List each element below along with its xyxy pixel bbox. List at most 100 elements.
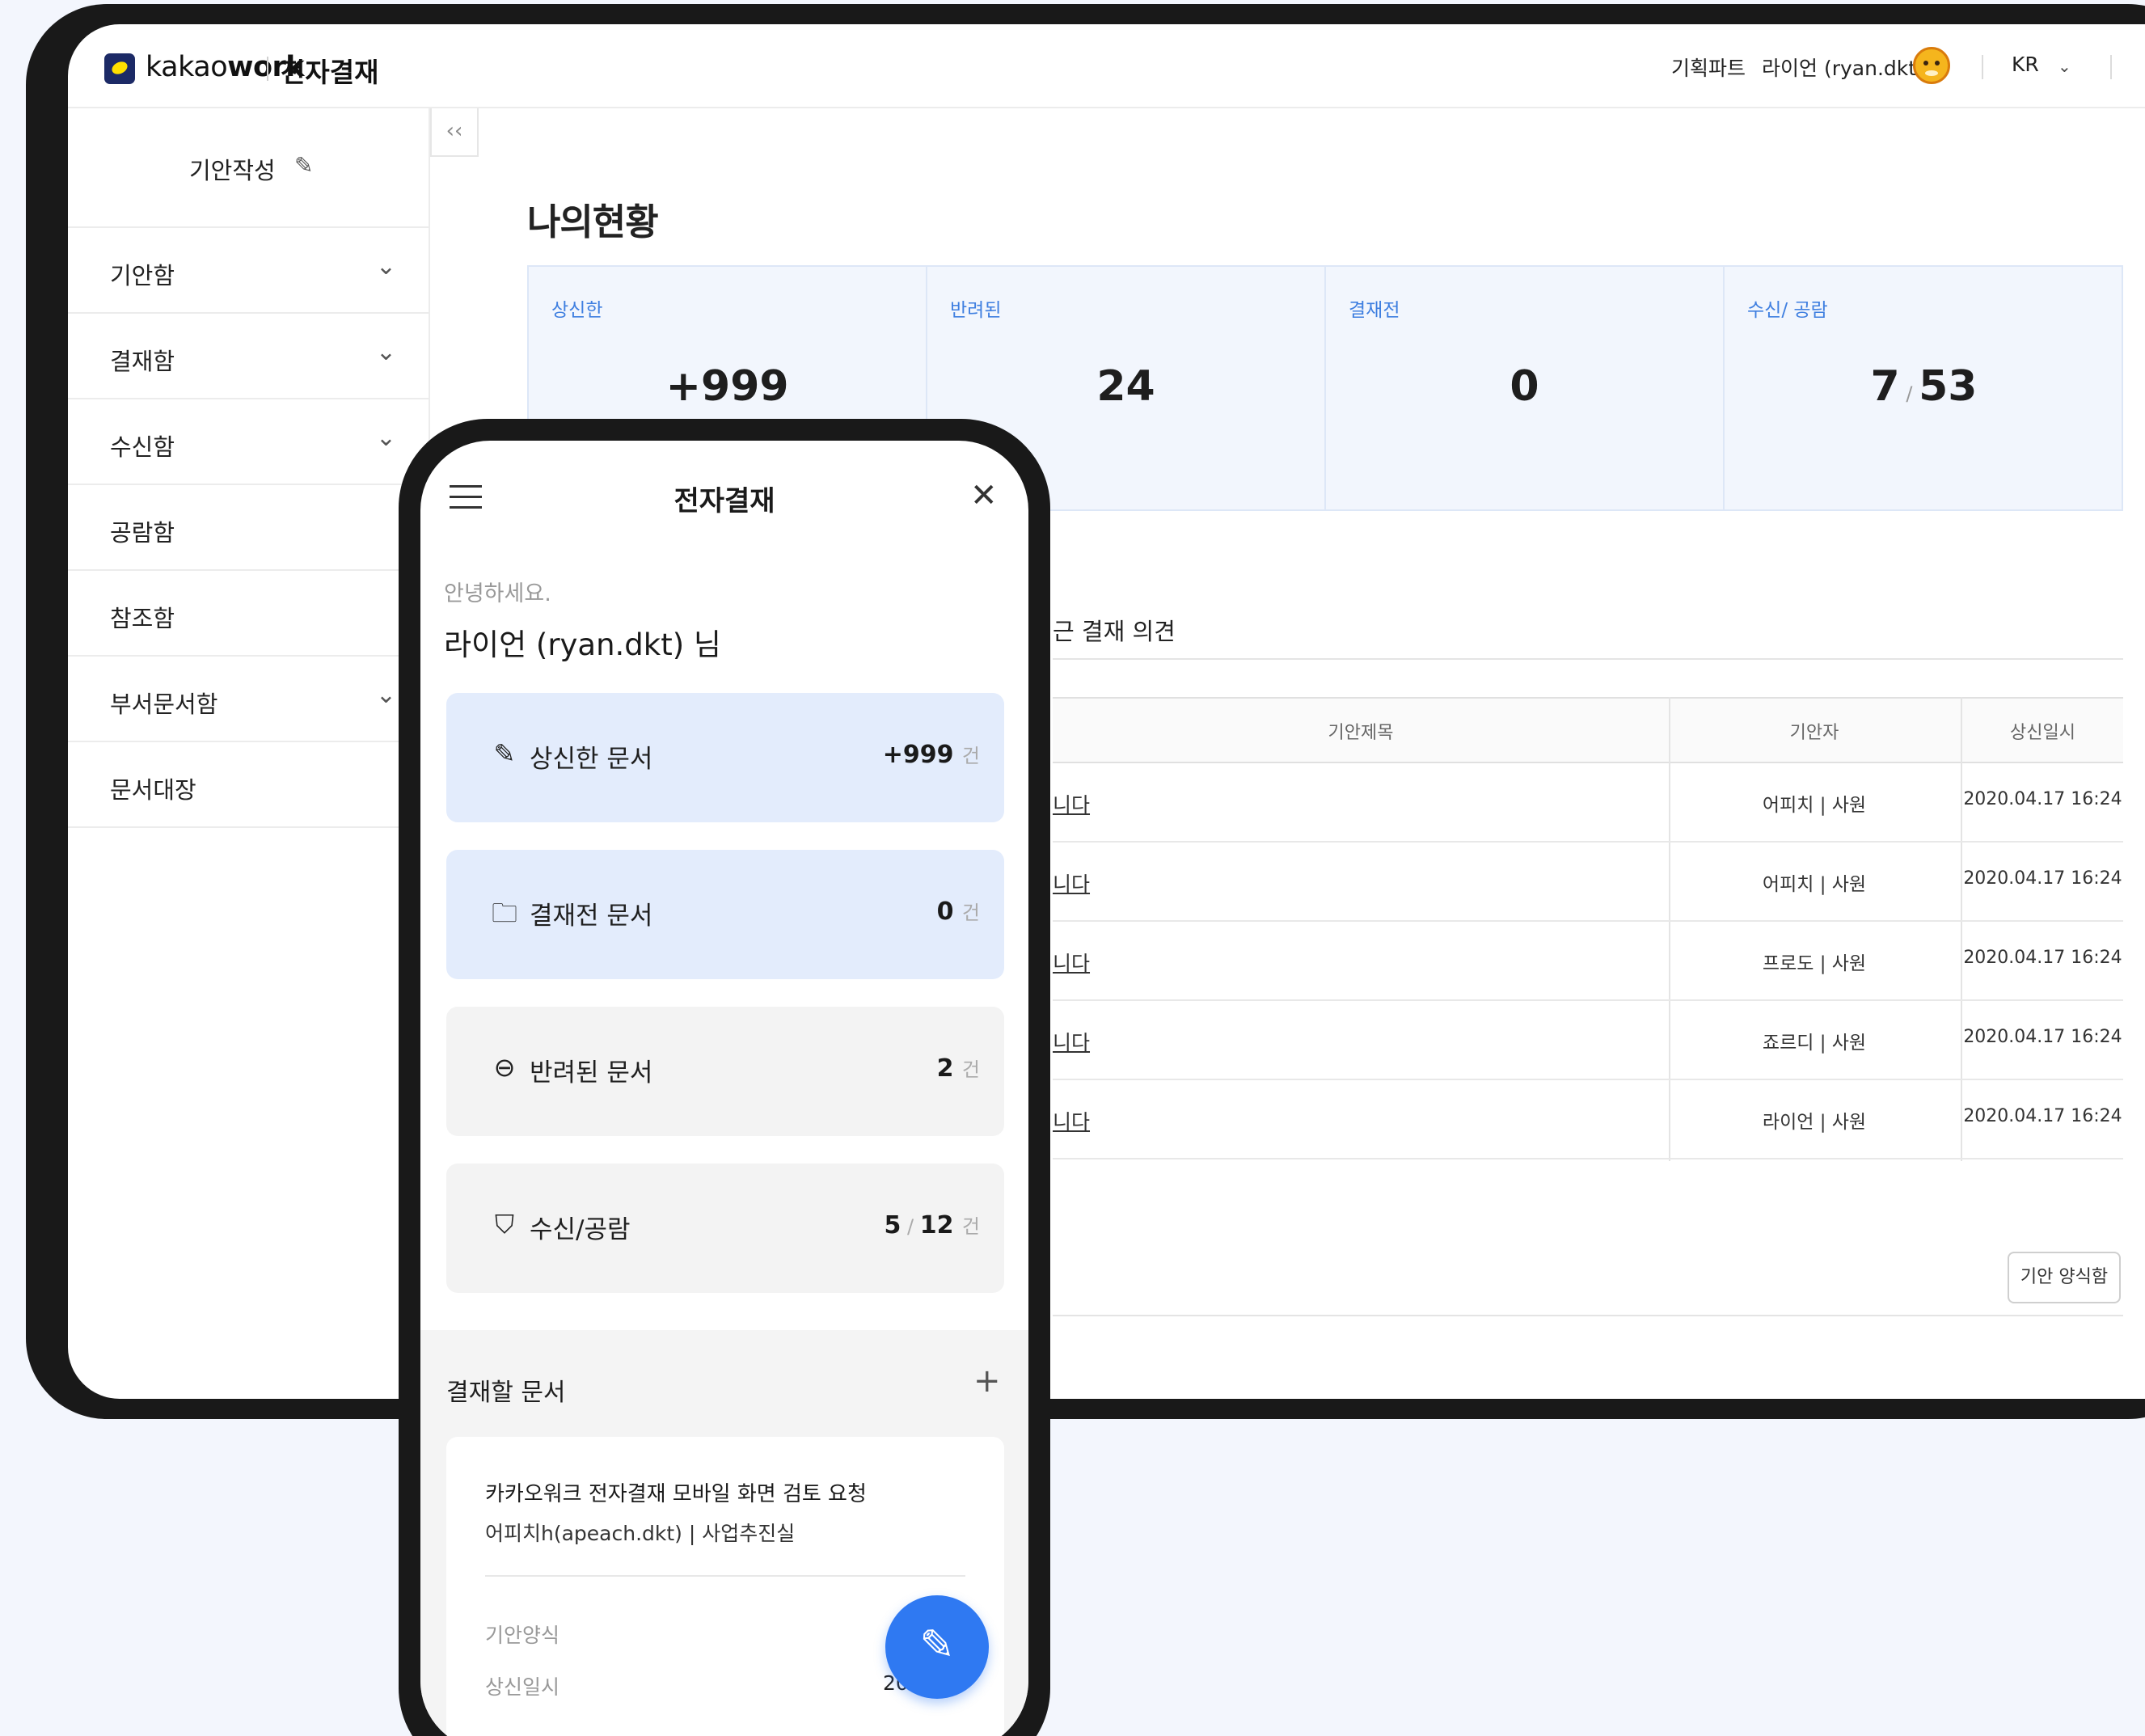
table-row[interactable]: 니다 라이언 | 사원 2020.04.17 16:24 <box>1053 1080 2123 1159</box>
divider <box>1053 658 2123 660</box>
brand-divider <box>267 57 268 81</box>
phone-frame: 전자결재 ✕ 안녕하세요. 라이언 (ryan.dkt) 님 ✎ 상신한 문서 … <box>399 419 1050 1736</box>
chevron-down-icon[interactable]: ⌄ <box>2058 57 2071 76</box>
section-title: 결재할 문서 <box>446 1379 566 1407</box>
chevron-down-icon[interactable]: ⌄ <box>376 424 396 452</box>
row-drafter: 어피치 | 사원 <box>1762 795 1867 816</box>
sidebar: 기안작성 ✎ 기안함 ⌄ 결재함 ⌄ 수신함 ⌄ 공람함 참조함 부서문서함 ⌄… <box>68 108 430 1399</box>
form-library-button[interactable]: 기안 양식함 <box>2008 1252 2121 1303</box>
table-row[interactable]: 니다 죠르디 | 사원 2020.04.17 16:24 <box>1053 1001 2123 1080</box>
stat-label: 상신한 <box>551 300 603 321</box>
sidebar-item-label: 공람함 <box>110 519 175 547</box>
row-date: 2020.04.17 16:24 <box>1963 1027 2122 1047</box>
sidebar-item-label: 부서문서함 <box>110 691 218 718</box>
row-title-link[interactable]: 니다 <box>1053 789 1090 818</box>
sidebar-item-reference-box[interactable]: 참조함 <box>68 571 429 657</box>
compose-label: 기안작성 <box>189 157 276 184</box>
row-drafter: 라이언 | 사원 <box>1762 1112 1867 1133</box>
close-icon[interactable]: ✕ <box>970 477 998 514</box>
mobile-screen: 전자결재 ✕ 안녕하세요. 라이언 (ryan.dkt) 님 ✎ 상신한 문서 … <box>420 441 1028 1736</box>
sidebar-item-label: 수신함 <box>110 433 175 461</box>
document-date-label: 상신일시 <box>485 1675 560 1699</box>
plus-icon[interactable]: + <box>973 1362 1001 1400</box>
stat-label: 결재전 <box>1349 300 1400 321</box>
chevron-down-icon[interactable]: ⌄ <box>376 681 396 709</box>
row-drafter: 어피치 | 사원 <box>1762 874 1867 895</box>
sidebar-item-draft-box[interactable]: 기안함 ⌄ <box>68 228 429 314</box>
compose-fab-button[interactable]: ✎ <box>885 1595 989 1699</box>
bookmark-icon: ⛉ <box>494 1209 514 1240</box>
row-title-link[interactable]: 니다 <box>1053 1027 1090 1056</box>
language-select[interactable]: KR <box>2012 53 2039 76</box>
row-title-link[interactable]: 니다 <box>1053 1106 1090 1135</box>
column-header-drafter: 기안자 <box>1789 723 1839 743</box>
card-label: 반려된 문서 <box>530 1058 653 1088</box>
page-title: 나의현황 <box>527 201 659 243</box>
row-date: 2020.04.17 16:24 <box>1963 789 2122 809</box>
card-count: 0 건 <box>936 898 980 926</box>
card-label: 상신한 문서 <box>530 745 653 774</box>
column-header-title: 기안제목 <box>1328 723 1394 743</box>
kakaowork-logo-icon[interactable] <box>104 53 135 84</box>
row-title-link[interactable]: 니다 <box>1053 868 1090 898</box>
pencil-icon: ✎ <box>919 1621 955 1670</box>
desktop-screen: kakaowork 전자결재 기획파트 라이언 (ryan.dkt) KR ⌄ … <box>68 24 2145 1399</box>
pencil-icon: ✎ <box>493 738 516 769</box>
top-bar: kakaowork 전자결재 기획파트 라이언 (ryan.dkt) KR ⌄ <box>68 24 2145 108</box>
user-greeting-name: 라이언 (ryan.dkt) 님 <box>444 627 721 662</box>
table-header: 기안제목 기안자 상신일시 <box>1053 697 2123 763</box>
row-date: 2020.04.17 16:24 <box>1963 868 2122 889</box>
card-count: +999 건 <box>882 741 980 769</box>
department-label: 기획파트 <box>1671 57 1746 80</box>
stat-value: 0 <box>1510 362 1539 411</box>
stat-received[interactable]: 수신/ 공람 7 / 53 <box>1725 267 2123 509</box>
greeting: 안녕하세요. <box>444 581 551 606</box>
sidebar-item-document-ledger[interactable]: 문서대장 <box>68 742 429 828</box>
table-row[interactable]: 니다 어피치 | 사원 2020.04.17 16:24 <box>1053 843 2123 922</box>
row-title-link[interactable]: 니다 <box>1053 948 1090 977</box>
sidebar-item-label: 참조함 <box>110 605 175 632</box>
compose-button[interactable]: 기안작성 ✎ <box>68 108 429 228</box>
document-form-label: 기안양식 <box>485 1624 560 1647</box>
card-count: 2 건 <box>936 1054 980 1083</box>
sidebar-item-circulation-box[interactable]: 공람함 <box>68 485 429 571</box>
stat-value: 7 / 53 <box>1870 362 1978 411</box>
document-title: 카카오워크 전자결재 모바일 화면 검토 요청 <box>485 1482 867 1506</box>
header-divider <box>1982 55 1983 79</box>
divider <box>485 1575 965 1577</box>
minus-circle-icon: ⊖ <box>493 1052 516 1083</box>
collapse-sidebar-button[interactable]: ‹‹ <box>430 108 479 157</box>
document-drafter: 어피치h(apeach.dkt) | 사업추진실 <box>485 1522 796 1545</box>
row-date: 2020.04.17 16:24 <box>1963 1106 2122 1126</box>
stat-label: 반려된 <box>950 300 1002 321</box>
card-pending-documents[interactable]: 🗀 결재전 문서 0 건 <box>446 850 1004 979</box>
user-name[interactable]: 라이언 (ryan.dkt) <box>1762 53 1924 82</box>
stat-label: 수신/ 공람 <box>1747 300 1828 321</box>
card-rejected-documents[interactable]: ⊖ 반려된 문서 2 건 <box>446 1007 1004 1136</box>
table-row[interactable]: 니다 프로도 | 사원 2020.04.17 16:24 <box>1053 922 2123 1001</box>
stat-pending[interactable]: 결재전 0 <box>1326 267 1725 509</box>
chevron-down-icon[interactable]: ⌄ <box>376 252 396 281</box>
header-divider <box>2110 55 2112 79</box>
sidebar-item-label: 문서대장 <box>110 776 196 804</box>
card-count: 5 / 12 건 <box>884 1211 980 1240</box>
sidebar-item-inbox[interactable]: 수신함 ⌄ <box>68 399 429 485</box>
column-header-date: 상신일시 <box>2010 723 2075 743</box>
table-row[interactable]: 니다 어피치 | 사원 2020.04.17 16:24 <box>1053 763 2123 843</box>
chevron-down-icon[interactable]: ⌄ <box>376 338 396 366</box>
avatar[interactable] <box>1913 47 1950 84</box>
sidebar-item-department-box[interactable]: 부서문서함 ⌄ <box>68 657 429 742</box>
sidebar-item-label: 기안함 <box>110 262 175 289</box>
card-label: 수신/공람 <box>530 1215 631 1244</box>
divider <box>1053 1315 2123 1316</box>
card-submitted-documents[interactable]: ✎ 상신한 문서 +999 건 <box>446 693 1004 822</box>
stat-value: 24 <box>1096 362 1155 411</box>
app-name: 전자결재 <box>281 57 379 88</box>
card-received-documents[interactable]: ⛉ 수신/공람 5 / 12 건 <box>446 1164 1004 1293</box>
sidebar-item-approval-box[interactable]: 결재함 ⌄ <box>68 314 429 399</box>
stat-value: +999 <box>665 362 789 411</box>
tablet-frame: kakaowork 전자결재 기획파트 라이언 (ryan.dkt) KR ⌄ … <box>26 4 2145 1419</box>
card-label: 결재전 문서 <box>530 902 653 931</box>
row-drafter: 죠르디 | 사원 <box>1762 1033 1867 1054</box>
folder-icon: 🗀 <box>491 898 517 928</box>
